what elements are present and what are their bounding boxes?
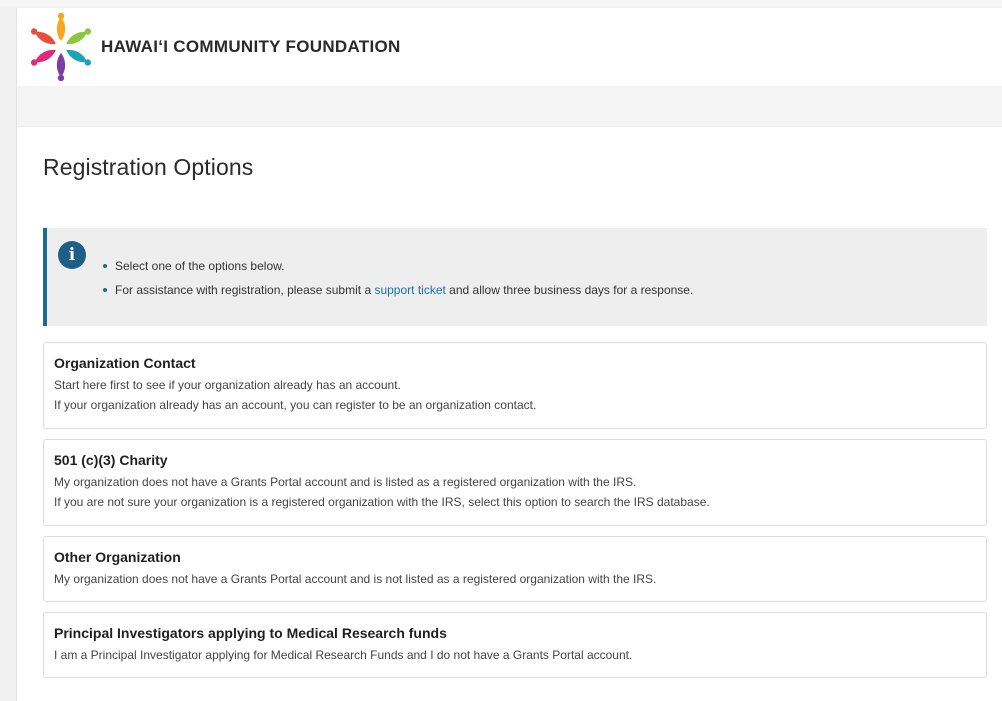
info-bullet-assistance: For assistance with registration, please… xyxy=(101,281,693,305)
option-organization-contact[interactable]: Organization Contact Start here first to… xyxy=(43,342,987,429)
info-icon: i xyxy=(58,241,86,269)
info-alert: i Select one of the options below. For a… xyxy=(43,228,987,326)
page-frame: HAWAIʻI COMMUNITY FOUNDATION Registratio… xyxy=(0,0,1002,701)
nav-bar xyxy=(17,86,1002,127)
info-bullet-text: Select one of the options below. xyxy=(115,259,285,273)
option-title: Principal Investigators applying to Medi… xyxy=(54,625,447,641)
registration-options: Organization Contact Start here first to… xyxy=(43,342,987,678)
info-bullet-text-before: For assistance with registration, please… xyxy=(115,283,375,297)
info-list: Select one of the options below. For ass… xyxy=(101,257,693,305)
info-bullet-text-after: and allow three business days for a resp… xyxy=(445,283,694,297)
option-description: I am a Principal Investigator applying f… xyxy=(54,648,633,662)
option-501c3-charity[interactable]: 501 (c)(3) Charity My organization does … xyxy=(43,439,987,526)
hcf-flower-logo-icon[interactable] xyxy=(27,13,95,81)
support-ticket-link[interactable]: support ticket xyxy=(374,283,445,297)
option-other-organization[interactable]: Other Organization My organization does … xyxy=(43,536,987,602)
main-content: Registration Options i Select one of the… xyxy=(17,127,1002,678)
option-principal-investigators[interactable]: Principal Investigators applying to Medi… xyxy=(43,612,987,678)
site-header: HAWAIʻI COMMUNITY FOUNDATION xyxy=(17,8,1002,86)
app-window: HAWAIʻI COMMUNITY FOUNDATION Registratio… xyxy=(16,8,1002,701)
org-name: HAWAIʻI COMMUNITY FOUNDATION xyxy=(101,37,401,56)
option-title: Organization Contact xyxy=(54,355,196,371)
option-title: Other Organization xyxy=(54,549,181,565)
option-description: If your organization already has an acco… xyxy=(54,398,537,412)
info-bullet-select: Select one of the options below. xyxy=(101,257,693,281)
option-description: If you are not sure your organization is… xyxy=(54,495,710,509)
option-description: Start here first to see if your organiza… xyxy=(54,378,401,392)
option-title: 501 (c)(3) Charity xyxy=(54,452,168,468)
option-description: My organization does not have a Grants P… xyxy=(54,572,657,586)
option-description: My organization does not have a Grants P… xyxy=(54,475,637,489)
page-title: Registration Options xyxy=(43,154,254,180)
